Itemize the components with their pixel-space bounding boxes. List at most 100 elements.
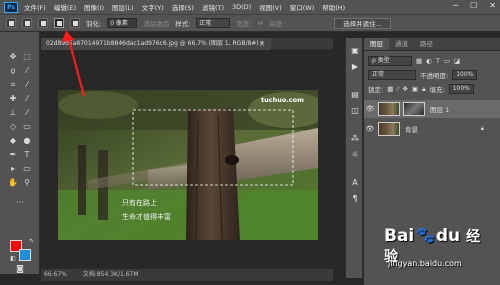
type-tool-icon[interactable]: T	[22, 150, 32, 160]
lock-artboard-icon[interactable]: ▣	[412, 85, 418, 93]
lock-paint-icon[interactable]: ⁄	[397, 85, 398, 93]
move-tool-icon[interactable]: ✥	[8, 52, 18, 62]
lock-label: 锁定:	[368, 86, 384, 94]
minimize-icon[interactable]: ─	[453, 1, 458, 10]
menu-window[interactable]: 窗口(W)	[290, 2, 315, 12]
subtract-from-selection-icon[interactable]	[54, 18, 64, 28]
adjustments-panel-icon[interactable]: ◫	[350, 106, 360, 116]
watermark-url: jingyan.baidu.com	[388, 259, 462, 268]
more-tools-icon[interactable]: ···	[15, 198, 25, 208]
eraser-tool-icon[interactable]: ◇	[8, 122, 18, 132]
panel-icon-strip: ▣ ▶ ▤ ◫ ⁂ ☼ A ¶	[345, 38, 363, 278]
zoom-tool-icon[interactable]: ⚲	[22, 178, 32, 188]
layer-kind-filter[interactable]: ρ 类型	[368, 56, 412, 66]
style-label: 样式:	[175, 20, 191, 28]
add-to-selection-icon[interactable]	[38, 18, 48, 28]
properties-panel-icon[interactable]: ▤	[350, 90, 360, 100]
fill-input[interactable]: 100%	[448, 84, 474, 94]
select-and-mask-button[interactable]: 选择并遮住...	[334, 17, 391, 29]
quick-select-tool-icon[interactable]: ⁄	[22, 66, 32, 76]
layer-lock-icon: 🔒︎	[480, 125, 484, 132]
filter-pixel-icon[interactable]: ▦	[416, 57, 422, 65]
brush-tool-icon[interactable]: ⁄	[22, 94, 32, 104]
menu-3d[interactable]: 3D(D)	[232, 3, 251, 11]
tab-paths[interactable]: 路径	[414, 38, 439, 50]
hand-tool-icon[interactable]: ✋	[8, 178, 18, 188]
feather-input[interactable]: 0 像素	[107, 18, 138, 28]
quick-mask-icon[interactable]: ◙	[15, 264, 25, 274]
new-selection-icon[interactable]	[22, 18, 32, 28]
character-panel-icon[interactable]: A	[350, 178, 360, 188]
clone-source-icon[interactable]: ☼	[350, 150, 360, 160]
intersect-selection-icon[interactable]	[70, 18, 80, 28]
blend-mode-select[interactable]: 正常	[368, 70, 416, 80]
document-info[interactable]: 文档:854.3K/1.67M	[83, 271, 139, 278]
tab-layers[interactable]: 图层	[364, 38, 389, 50]
document-image[interactable]: tuchuo.com 只有在路上 生命才值得丰富	[58, 90, 318, 240]
filter-type-icon[interactable]: T	[436, 57, 440, 65]
history-brush-icon[interactable]: ⁄	[22, 108, 32, 118]
tab-channels[interactable]: 通道	[389, 38, 414, 50]
swap-colors-icon[interactable]: ↰	[26, 237, 36, 247]
layer-row-background[interactable]: 👁︎ 背景 🔒︎	[364, 120, 500, 138]
menu-bar: Ps 文件(F) 编辑(E) 图像(I) 图层(L) 文字(Y) 选择(S) 滤…	[0, 0, 500, 14]
layer-mask-thumbnail	[403, 102, 425, 116]
opacity-input[interactable]: 100%	[452, 70, 478, 80]
menu-help[interactable]: 帮助(H)	[322, 2, 345, 12]
lasso-tool-icon[interactable]: ϙ	[8, 66, 18, 76]
menu-file[interactable]: 文件(F)	[24, 2, 46, 12]
antialias-checkbox[interactable]: 消除锯齿	[143, 18, 169, 28]
layer-row-layer1[interactable]: 👁︎ 图层 1	[364, 100, 500, 118]
healing-brush-icon[interactable]: ✚	[8, 94, 18, 104]
fence-photo	[58, 90, 318, 240]
poem-line-2: 生命才值得丰富	[122, 213, 171, 221]
layer-name[interactable]: 图层 1	[430, 104, 449, 114]
path-select-icon[interactable]: ▸	[8, 164, 18, 174]
eyedropper-tool-icon[interactable]: ⁄	[22, 80, 32, 90]
menu-select[interactable]: 选择(S)	[172, 2, 194, 12]
annotation-arrow	[62, 30, 86, 97]
fill-label: 填充:	[429, 86, 445, 94]
visibility-eye-icon[interactable]: 👁︎	[364, 105, 376, 113]
swap-icon[interactable]: ⇄	[258, 19, 263, 27]
layer-thumbnail	[378, 122, 400, 136]
marquee-tool-icon[interactable]: ⬚	[22, 52, 32, 62]
menu-view[interactable]: 视图(V)	[259, 2, 282, 12]
style-select[interactable]: 正常	[196, 18, 231, 28]
zoom-level[interactable]: 66.67%	[44, 271, 67, 278]
default-colors-icon[interactable]: ◧	[8, 254, 18, 264]
marquee-tool-preset-icon[interactable]	[6, 18, 16, 28]
rectangle-tool-icon[interactable]: ▭	[22, 164, 32, 174]
lock-move-icon[interactable]: ✥	[402, 85, 407, 93]
baidu-jingyan-watermark: Bai🐾︎du 经验 jingyan.baidu.com	[384, 226, 494, 278]
background-color-swatch[interactable]	[19, 249, 31, 261]
height-label: 高度:	[269, 20, 285, 28]
clone-stamp-icon[interactable]: ⊥	[8, 108, 18, 118]
visibility-eye-icon[interactable]: 👁︎	[364, 125, 376, 133]
dodge-tool-icon[interactable]: ●	[22, 136, 32, 146]
lock-all-icon[interactable]: 🔒︎	[422, 85, 425, 94]
brush-panel-icon[interactable]: ⁂	[350, 134, 360, 144]
layer-name[interactable]: 背景	[405, 124, 418, 134]
pen-tool-icon[interactable]: ✒	[8, 150, 18, 160]
menu-edit[interactable]: 编辑(E)	[54, 2, 76, 12]
close-icon[interactable]: ✕	[489, 1, 496, 10]
menu-layer[interactable]: 图层(L)	[112, 2, 134, 12]
menu-filter[interactable]: 滤镜(T)	[202, 2, 224, 12]
lock-pixels-icon[interactable]: ▦	[387, 85, 393, 93]
menu-type[interactable]: 文字(Y)	[142, 2, 164, 12]
paragraph-panel-icon[interactable]: ¶	[350, 194, 360, 204]
crop-tool-icon[interactable]: ⌗	[8, 80, 18, 90]
history-panel-icon[interactable]: ▣	[350, 46, 360, 56]
play-actions-icon[interactable]: ▶	[350, 62, 360, 72]
close-tab-icon[interactable]: ×	[259, 38, 265, 50]
filter-shape-icon[interactable]: ▭	[444, 57, 450, 65]
menu-image[interactable]: 图像(I)	[84, 2, 104, 12]
paw-icon: 🐾︎	[414, 226, 436, 246]
maximize-icon[interactable]: ☐	[470, 1, 477, 10]
filter-adjust-icon[interactable]: ◐	[426, 57, 432, 65]
filter-smart-icon[interactable]: ◪	[454, 57, 460, 65]
blur-tool-icon[interactable]: ◆	[8, 136, 18, 146]
gradient-tool-icon[interactable]: ▭	[22, 122, 32, 132]
site-watermark-text: tuchuo.com	[261, 96, 304, 104]
